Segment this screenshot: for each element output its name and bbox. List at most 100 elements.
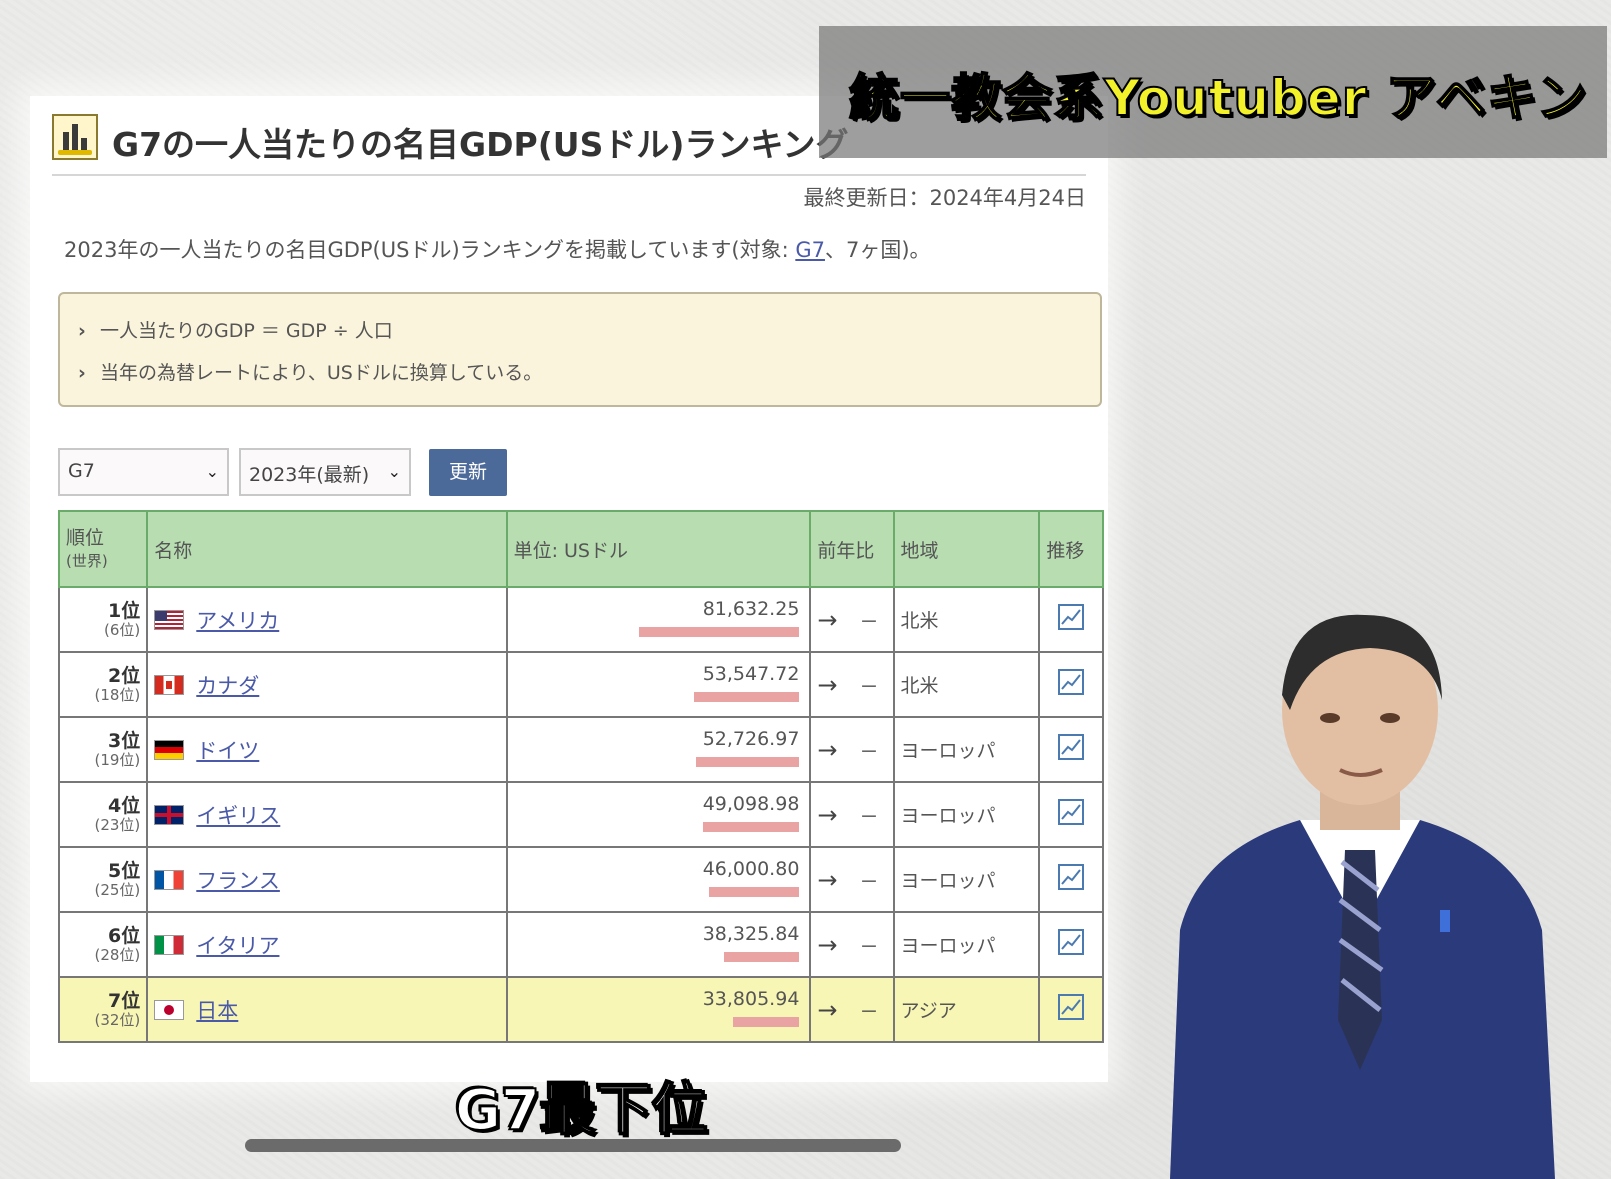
flag-de-icon: [154, 739, 185, 760]
gdp-value: 52,726.97: [702, 728, 800, 750]
value-cell: 49,098.98: [505, 781, 812, 848]
group-select[interactable]: G7 ⌄: [58, 448, 229, 496]
flag-it-icon: [154, 934, 185, 955]
line-chart-icon[interactable]: [1058, 864, 1085, 890]
country-link[interactable]: フランス: [196, 869, 280, 893]
channel-ribbon: 統一教会系Youtuber アベキン: [819, 26, 1607, 158]
line-chart-icon[interactable]: [1058, 734, 1085, 760]
value-bar: [694, 692, 800, 702]
region-text: 北米: [900, 610, 939, 632]
yoy-change: －: [859, 610, 879, 633]
gdp-value: 53,547.72: [702, 663, 800, 685]
rank-value: 5位: [108, 859, 141, 882]
chevron-right-icon: ›: [78, 320, 86, 342]
region-cell: ヨーロッパ: [892, 911, 1041, 978]
value-bar: [696, 757, 800, 767]
trend-cell: [1038, 911, 1104, 978]
region-cell: ヨーロッパ: [892, 846, 1041, 913]
world-rank: (32位): [94, 1010, 141, 1029]
value-cell: 46,000.80: [505, 846, 812, 913]
page-title: G7の一人当たりの名目GDP(USドル)ランキング: [112, 125, 849, 164]
value-bar: [724, 952, 800, 962]
country-cell: アメリカ: [146, 586, 508, 653]
presenter-image: [1170, 614, 1555, 1179]
update-button[interactable]: 更新: [429, 449, 507, 496]
web-page: G7の一人当たりの名目GDP(USドル)ランキング 最終更新日：2024年4月2…: [30, 96, 1108, 1082]
note-item: › 一人当たりのGDP ＝ GDP ÷ 人口: [78, 316, 393, 343]
arrow-right-icon: →: [817, 930, 838, 959]
line-chart-icon[interactable]: [1058, 929, 1085, 955]
header-name[interactable]: 名称: [146, 510, 508, 588]
region-text: 北米: [900, 675, 939, 697]
yoy-cell: → －: [809, 976, 895, 1043]
table-row: 4位 (23位) イギリス 49,098.98 → － ヨーロッパ: [57, 781, 1104, 848]
header-unit[interactable]: 単位: USドル: [505, 510, 812, 588]
country-cell: イタリア: [146, 911, 508, 978]
group-select-value: G7: [68, 460, 95, 482]
line-chart-icon[interactable]: [1058, 799, 1085, 825]
country-link[interactable]: ドイツ: [196, 739, 259, 763]
header-trend: 推移: [1038, 510, 1104, 588]
region-text: ヨーロッパ: [900, 740, 996, 762]
rank-cell: 2位 (18位): [57, 651, 149, 718]
line-chart-icon[interactable]: [1058, 994, 1085, 1020]
arrow-right-icon: →: [817, 670, 838, 699]
video-subtitle: G7最下位: [454, 1077, 709, 1144]
rank-cell: 5位 (25位): [57, 846, 149, 913]
country-link[interactable]: 日本: [196, 999, 238, 1023]
yoy-cell: → －: [809, 651, 895, 718]
intro-prefix: 2023年の一人当たりの名目GDP(USドル)ランキングを掲載しています(対象:: [64, 238, 796, 262]
arrow-right-icon: →: [817, 605, 838, 634]
header-yoy[interactable]: 前年比: [809, 510, 895, 588]
table-row: 7位 (32位) 日本 33,805.94 → － アジア: [57, 976, 1104, 1043]
trend-cell: [1038, 586, 1104, 653]
country-link[interactable]: アメリカ: [196, 609, 279, 633]
trend-cell: [1038, 651, 1104, 718]
rank-value: 7位: [108, 989, 141, 1012]
rank-cell: 1位 (6位): [57, 586, 149, 653]
world-rank: (25位): [94, 880, 141, 899]
header-region[interactable]: 地域: [892, 510, 1041, 588]
region-text: ヨーロッパ: [900, 805, 996, 827]
flag-us-icon: [154, 609, 185, 630]
table-row: 6位 (28位) イタリア 38,325.84 → － ヨーロッパ: [57, 911, 1104, 978]
rank-value: 4位: [108, 794, 141, 817]
line-chart-icon[interactable]: [1058, 669, 1085, 695]
g7-link[interactable]: G7: [795, 238, 825, 262]
region-cell: 北米: [892, 586, 1041, 653]
rank-value: 6位: [108, 924, 141, 947]
header-rank[interactable]: 順位 (世界): [57, 510, 149, 588]
trend-cell: [1038, 976, 1104, 1043]
chevron-down-icon: ⌄: [205, 462, 219, 481]
rank-value: 2位: [108, 664, 141, 687]
arrow-right-icon: →: [817, 735, 838, 764]
country-link[interactable]: イギリス: [196, 804, 280, 828]
chevron-right-icon: ›: [78, 362, 86, 384]
yoy-cell: → －: [809, 586, 895, 653]
arrow-right-icon: →: [817, 995, 838, 1024]
trend-cell: [1038, 846, 1104, 913]
region-cell: 北米: [892, 651, 1041, 718]
value-cell: 38,325.84: [505, 911, 812, 978]
country-cell: ドイツ: [146, 716, 508, 783]
note-box: › 一人当たりのGDP ＝ GDP ÷ 人口 › 当年の為替レートにより、USドルに…: [58, 292, 1102, 407]
table-row: 1位 (6位) アメリカ 81,632.25 → － 北米: [57, 586, 1104, 653]
table-row: 2位 (18位) カナダ 53,547.72 → － 北米: [57, 651, 1104, 718]
yoy-change: －: [859, 935, 879, 958]
line-chart-icon[interactable]: [1058, 604, 1085, 630]
video-scrollbar[interactable]: [245, 1139, 901, 1152]
region-cell: ヨーロッパ: [892, 716, 1041, 783]
country-cell: イギリス: [146, 781, 508, 848]
rank-cell: 7位 (32位): [57, 976, 149, 1043]
rank-cell: 4位 (23位): [57, 781, 149, 848]
value-bar: [639, 627, 800, 637]
country-link[interactable]: カナダ: [196, 674, 259, 698]
yoy-change: －: [859, 675, 879, 698]
header-rank-label: 順位: [66, 527, 105, 550]
country-link[interactable]: イタリア: [196, 934, 279, 958]
gdp-value: 49,098.98: [702, 793, 800, 815]
year-select[interactable]: 2023年(最新) ⌄: [239, 448, 411, 496]
country-cell: 日本: [146, 976, 508, 1043]
note-item: › 当年の為替レートにより、USドルに換算している。: [78, 358, 542, 385]
country-cell: カナダ: [146, 651, 508, 718]
